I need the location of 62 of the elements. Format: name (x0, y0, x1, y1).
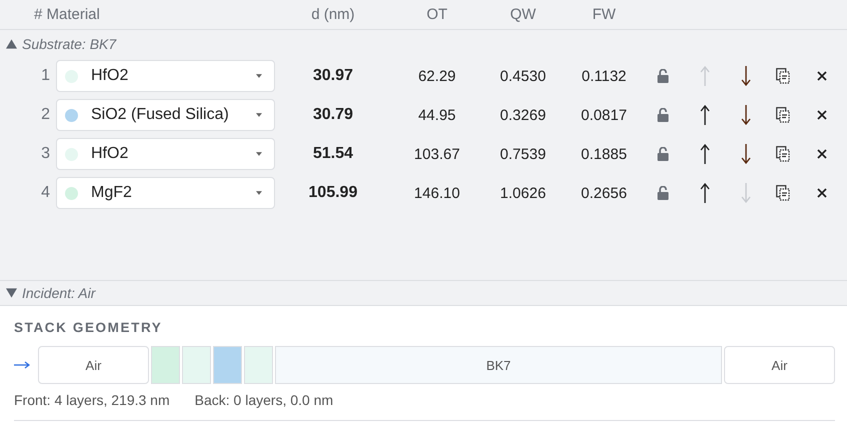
copy-icon[interactable] (776, 107, 790, 123)
table-cell: 0.7539 (500, 146, 546, 162)
column-header: # Material (33, 6, 101, 23)
row-number: 3 (41, 145, 51, 163)
expand-icon[interactable] (6, 288, 17, 298)
material-select[interactable]: HfO2 (56, 60, 275, 92)
light-direction-arrow-icon (14, 361, 30, 369)
section-title: STACK GEOMETRY (14, 320, 164, 335)
column-header: OT (426, 6, 448, 23)
up-arrow-icon[interactable] (700, 105, 710, 125)
unlock-icon[interactable] (657, 69, 669, 83)
table-cell: 0.1885 (581, 146, 627, 162)
copy-icon[interactable] (776, 185, 790, 201)
row-number: 1 (41, 67, 51, 85)
medium-segment: Air (724, 346, 835, 384)
medium-segment: BK7 (275, 346, 722, 384)
caret-icon (256, 74, 262, 78)
column-header: FW (592, 6, 616, 23)
thickness-cell: 30.97 (312, 67, 354, 85)
row-number: 4 (41, 184, 51, 202)
caret-icon (256, 191, 262, 195)
caret-icon (256, 152, 262, 156)
table-cell: 0.2656 (581, 184, 627, 202)
back-summary: Back: 0 layers, 0.0 nm (194, 392, 334, 408)
table-cell: 0.1132 (582, 68, 626, 84)
table-cell: 0.3269 (500, 106, 546, 124)
incident-label: Incident: Air (22, 285, 96, 301)
column-header: QW (510, 6, 536, 23)
delete-icon[interactable] (817, 188, 827, 198)
delete-icon[interactable] (817, 110, 827, 120)
table-cell: 0.0817 (581, 106, 627, 124)
copy-icon[interactable] (776, 68, 790, 84)
thickness-cell: 51.54 (312, 145, 354, 163)
up-arrow-icon[interactable] (700, 144, 710, 164)
down-arrow-icon[interactable] (741, 105, 751, 125)
table-cell: 62.29 (418, 68, 456, 84)
row-number: 2 (41, 106, 51, 124)
material-select[interactable]: MgF2 (56, 177, 275, 209)
delete-icon[interactable] (817, 149, 827, 159)
medium-segment: Air (38, 346, 149, 384)
substrate-label: Substrate: BK7 (22, 36, 116, 52)
delete-icon[interactable] (817, 71, 827, 81)
unlock-icon[interactable] (657, 186, 669, 200)
table-cell: 103.67 (414, 146, 460, 162)
table-cell: 0.4530 (500, 68, 546, 84)
down-arrow-icon[interactable] (741, 144, 751, 164)
unlock-icon[interactable] (657, 108, 669, 122)
thickness-cell: 105.99 (308, 184, 358, 202)
up-arrow-icon[interactable] (700, 183, 710, 203)
table-cell: 44.95 (418, 106, 456, 124)
table-cell: 1.0626 (500, 184, 546, 202)
down-arrow-icon[interactable] (741, 66, 751, 86)
thickness-cell: 30.79 (312, 106, 354, 124)
collapse-icon[interactable] (6, 39, 17, 49)
column-header: d (nm) (311, 6, 355, 23)
front-summary: Front: 4 layers, 219.3 nm (14, 392, 170, 408)
material-select[interactable]: SiO2 (Fused Silica) (56, 99, 275, 131)
caret-icon (256, 113, 262, 117)
material-select[interactable]: HfO2 (56, 138, 275, 170)
unlock-icon[interactable] (657, 147, 669, 161)
copy-icon[interactable] (776, 146, 790, 162)
table-cell: 146.10 (414, 184, 460, 202)
